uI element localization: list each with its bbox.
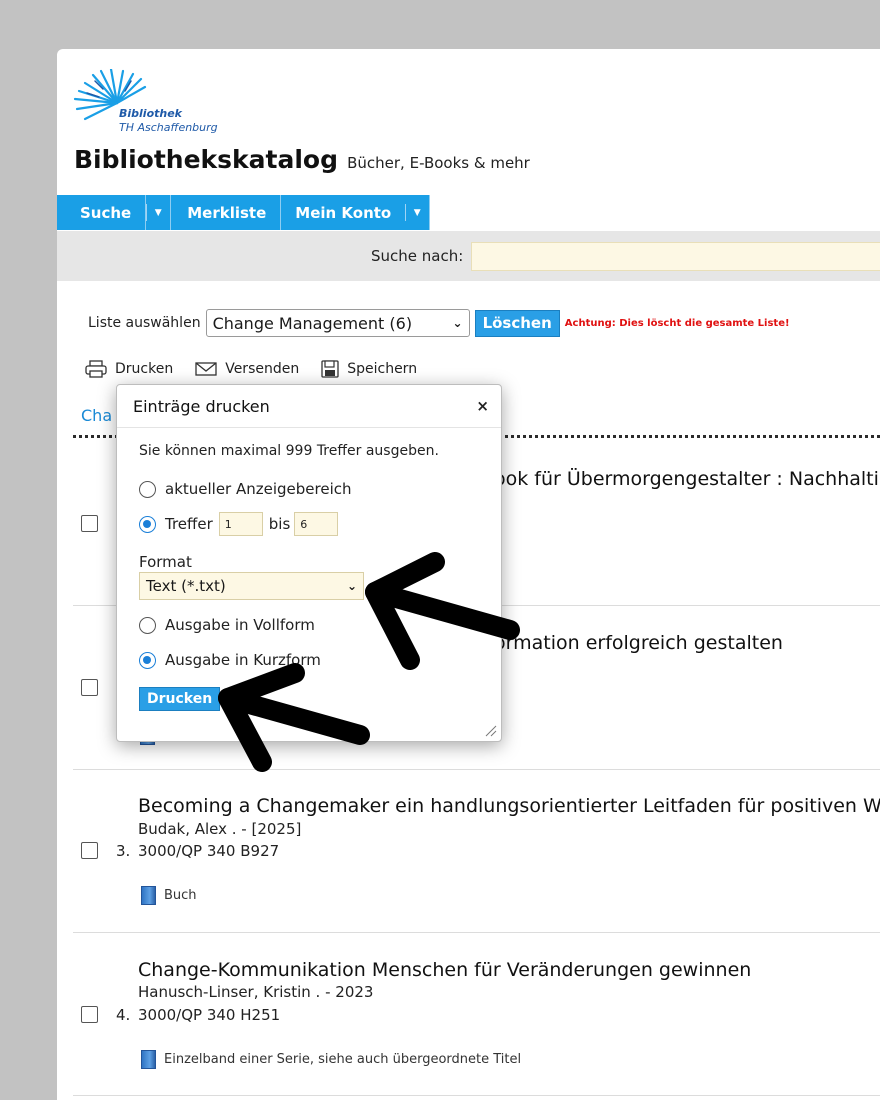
item-4-number: 4. [116, 1006, 131, 1024]
item-2-checkbox[interactable] [81, 679, 98, 696]
envelope-icon [195, 361, 217, 377]
row-separator [73, 769, 880, 770]
item-4-signature: 3000/QP 340 H251 [138, 1006, 281, 1024]
search-label: Suche nach: [371, 247, 464, 265]
radio-hits-range[interactable]: Treffer 1 bis 6 [139, 512, 344, 536]
row-separator [73, 1095, 880, 1096]
save-action[interactable]: Speichern [321, 360, 417, 378]
list-select-value: Change Management (6) [212, 313, 413, 333]
item-3-signature: 3000/QP 340 B927 [138, 842, 280, 860]
item-1-title[interactable]: ook für Übermorgengestalter : Nachhalti [494, 468, 879, 490]
chevron-down-icon: ⌄ [346, 579, 357, 593]
format-select[interactable]: Text (*.txt) ⌄ [139, 572, 364, 600]
print-dialog: Einträge drucken × Sie können maximal 99… [116, 384, 502, 742]
resize-handle-icon[interactable] [483, 723, 497, 737]
radio-button[interactable] [139, 480, 156, 498]
item-1-checkbox[interactable] [81, 515, 98, 532]
search-input[interactable] [471, 242, 880, 271]
catalog-title: Bibliothekskatalog [74, 145, 339, 174]
radio-current-range-label: aktueller Anzeigebereich [165, 480, 352, 498]
radio-button-selected[interactable] [139, 651, 156, 669]
row-separator [73, 932, 880, 933]
format-select-value: Text (*.txt) [146, 577, 226, 595]
hits-to-input[interactable]: 6 [294, 512, 339, 536]
hits-from-input[interactable]: 1 [218, 512, 263, 536]
item-4-checkbox[interactable] [81, 1006, 98, 1023]
radio-current-range[interactable]: aktueller Anzeigebereich [139, 480, 352, 498]
page-title: Bibliothekskatalog Bücher, E-Books & meh… [74, 145, 530, 174]
library-logo[interactable]: Bibliothek TH Aschaffenburg [73, 69, 253, 139]
nav-merkliste[interactable]: Merkliste [171, 195, 282, 230]
nav-suche[interactable]: Suche [57, 195, 147, 230]
sunburst-logo-icon [73, 69, 147, 121]
item-3-media-label: Buch [164, 888, 197, 903]
list-select-label: Liste auswählen [88, 315, 201, 331]
radio-short-form[interactable]: Ausgabe in Kurzform [139, 651, 321, 669]
radio-full-form[interactable]: Ausgabe in Vollform [139, 616, 315, 634]
list-actions: Drucken Versenden Speichern [85, 360, 439, 378]
item-2-title[interactable]: ormation erfolgreich gestalten [494, 632, 783, 654]
delete-list-button[interactable]: Löschen [474, 309, 560, 337]
send-action[interactable]: Versenden [195, 361, 299, 377]
search-bar: Suche nach: [57, 231, 880, 281]
caret-down-icon: ▼ [413, 207, 421, 218]
dialog-title: Einträge drucken [133, 397, 270, 416]
delete-warning: Achtung: Dies löscht die gesamte Liste! [564, 317, 790, 329]
item-4-media-label: Einzelband einer Serie, siehe auch überg… [164, 1052, 522, 1067]
radio-full-form-label: Ausgabe in Vollform [165, 616, 315, 634]
item-4-author: Hanusch-Linser, Kristin . - 2023 [138, 983, 374, 1001]
printer-icon [85, 360, 107, 378]
dialog-info: Sie können maximal 999 Treffer ausgeben. [139, 443, 439, 459]
list-heading[interactable]: Cha [81, 406, 112, 425]
nav-konto-dropdown[interactable]: ▼ [405, 195, 431, 230]
bis-label: bis [268, 515, 291, 533]
list-select[interactable]: Change Management (6) ⌄ [205, 309, 470, 337]
item-3-author: Budak, Alex . - [2025] [138, 820, 302, 838]
print-label: Drucken [115, 361, 174, 377]
logo-text-institution: TH Aschaffenburg [119, 121, 218, 134]
send-label: Versenden [225, 361, 300, 377]
book-icon [141, 886, 156, 905]
print-action[interactable]: Drucken [85, 360, 173, 378]
item-3-number: 3. [116, 842, 131, 860]
nav-suche-dropdown[interactable]: ▼ [146, 195, 172, 230]
nav-mein-konto[interactable]: Mein Konto [281, 195, 406, 230]
main-nav: Suche ▼ Merkliste Mein Konto ▼ [57, 195, 431, 230]
save-label: Speichern [347, 361, 418, 377]
print-button[interactable]: Drucken [139, 687, 221, 711]
floppy-disk-icon [321, 360, 339, 378]
item-3-checkbox[interactable] [81, 842, 98, 859]
item-3-media: Buch [141, 886, 197, 905]
close-icon[interactable]: × [476, 397, 489, 415]
caret-down-icon: ▼ [154, 207, 162, 218]
catalog-subtitle: Bücher, E-Books & mehr [347, 154, 530, 172]
logo-text-bibliothek: Bibliothek [119, 107, 182, 120]
item-4-title[interactable]: Change-Kommunikation Menschen für Veränd… [138, 959, 751, 981]
dialog-divider [117, 427, 501, 428]
radio-hits-label: Treffer [165, 515, 213, 533]
radio-button-selected[interactable] [139, 515, 156, 533]
format-label: Format [139, 553, 192, 571]
chevron-down-icon: ⌄ [452, 316, 463, 330]
radio-button[interactable] [139, 616, 156, 634]
item-4-media: Einzelband einer Serie, siehe auch überg… [141, 1050, 521, 1069]
radio-short-form-label: Ausgabe in Kurzform [165, 651, 321, 669]
list-select-row: Liste auswählen Change Management (6) ⌄ … [88, 309, 790, 337]
item-3-title[interactable]: Becoming a Changemaker ein handlungsorie… [138, 795, 880, 817]
book-icon [141, 1050, 156, 1069]
